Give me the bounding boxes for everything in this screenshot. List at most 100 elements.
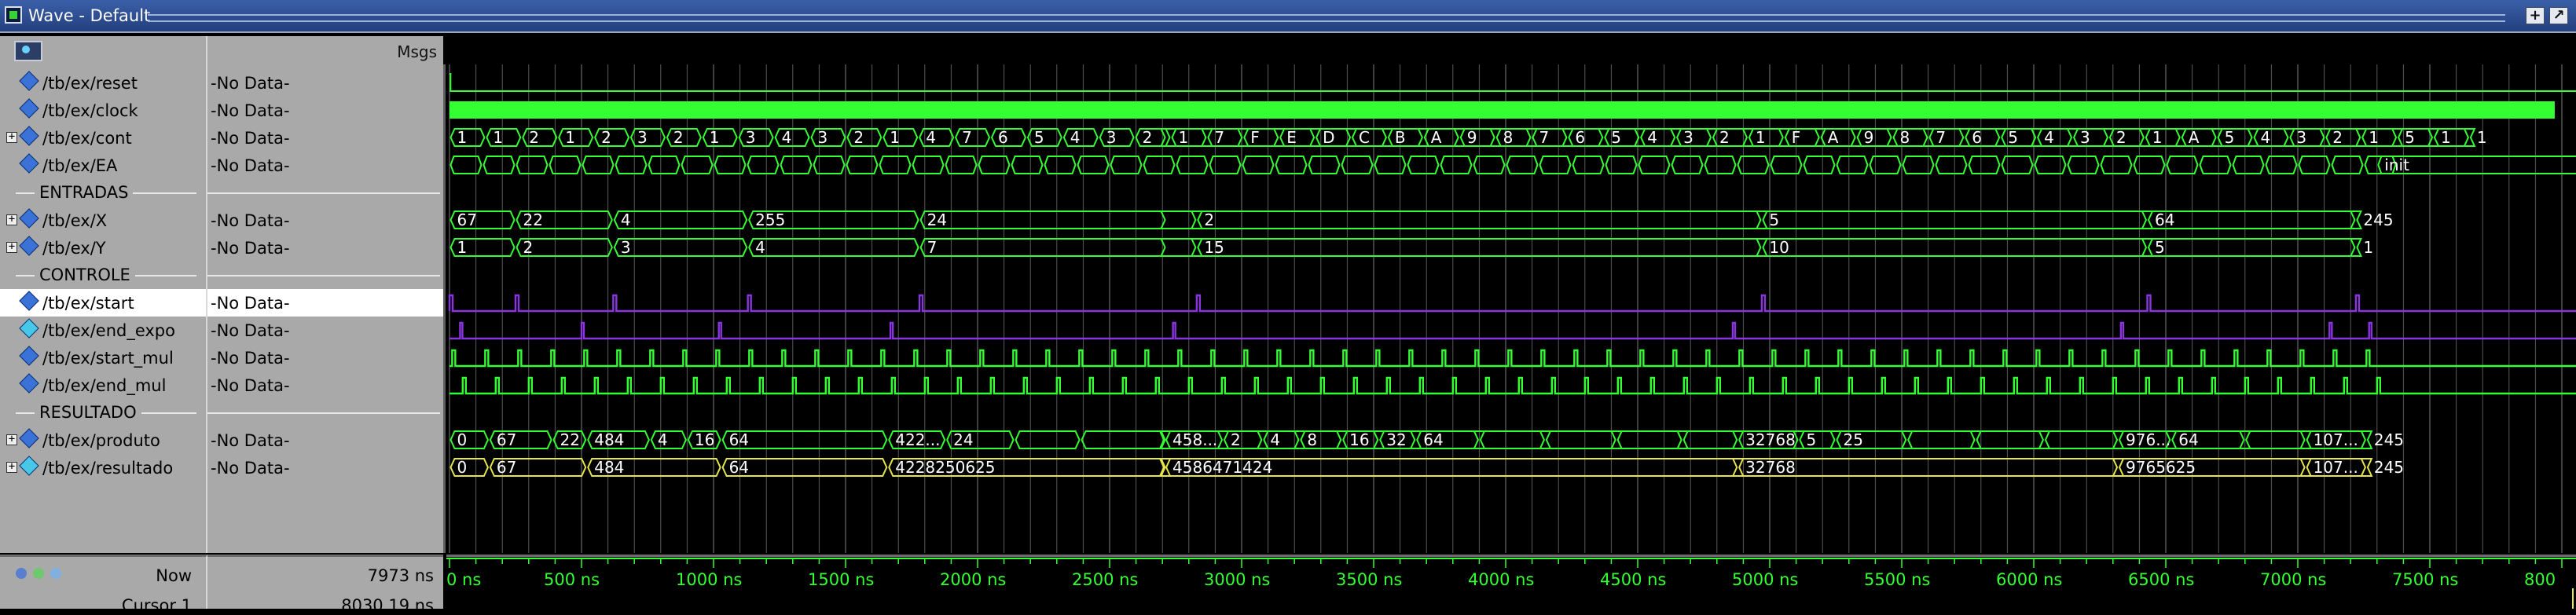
bus-value: 2 (529, 128, 539, 147)
signal-value-row[interactable]: -No Data- (207, 69, 443, 97)
bus-value: 5 (1611, 128, 1621, 147)
expand-icon[interactable]: + (6, 461, 17, 473)
bus-value: 3 (1106, 128, 1117, 147)
cursor-tool-icon[interactable] (16, 568, 27, 579)
bus-segment (1263, 430, 1300, 449)
bus-value: 67 (497, 458, 516, 477)
bus-value: init (2384, 156, 2409, 174)
signal-value: -No Data- (211, 349, 290, 368)
bus-value: D (1323, 128, 1334, 147)
divider-row[interactable]: CONTROLE (0, 262, 206, 289)
bus-segment (582, 156, 615, 174)
signal-name: /tb/ex/end_expo (42, 321, 175, 340)
bus-value: 7 (1539, 128, 1550, 147)
bus-value: 4 (755, 238, 765, 257)
signal-value: -No Data- (211, 321, 290, 340)
divider-label: RESULTADO (35, 403, 141, 422)
signal-value-row[interactable]: -No Data- (207, 426, 443, 454)
divider-row[interactable]: RESULTADO (0, 399, 206, 426)
signal-value-row[interactable]: -No Data- (207, 124, 443, 152)
signal-row[interactable]: + /tb/ex/produto (0, 426, 206, 454)
signal-value-row[interactable]: -No Data- (207, 454, 443, 481)
ruler-label: 7000 ns (2260, 570, 2326, 589)
signal-icon (19, 291, 39, 311)
bus-value: 4 (1647, 128, 1657, 147)
expand-icon[interactable]: + (6, 131, 17, 143)
bus-segment (1965, 128, 2001, 147)
cursor-names-pane: Now Cursor 1 (0, 555, 207, 615)
signal-row[interactable]: /tb/ex/reset (0, 69, 206, 97)
bus-segment (1407, 156, 1440, 174)
bus-value: 2 (2332, 128, 2343, 147)
expand-icon[interactable]: + (6, 214, 17, 225)
signal-row[interactable]: + /tb/ex/cont (0, 124, 206, 152)
divider-line (207, 412, 440, 414)
signal-row[interactable]: /tb/ex/end_expo (0, 317, 206, 344)
signal-value-row[interactable]: -No Data- (207, 97, 443, 124)
bus-value: 2 (601, 128, 611, 147)
bus-segment (650, 430, 687, 449)
signal-row[interactable]: /tb/ex/end_mul (0, 372, 206, 399)
signal-value-row[interactable]: -No Data- (207, 289, 443, 317)
bus-segment (483, 156, 516, 174)
signal-name: /tb/ex/end_mul (42, 376, 167, 395)
timeline-canvas[interactable]: 0 ns 500 ns 1000 ns 1500 ns 2000 ns 2500 ns 30… (446, 557, 2576, 609)
timeline-ruler[interactable]: 0 ns 500 ns 1000 ns 1500 ns 2000 ns 2500 ns 30… (446, 555, 2576, 609)
bus-value: 3 (2296, 128, 2306, 147)
bus-segment (1638, 156, 1671, 174)
expand-icon[interactable]: + (6, 434, 17, 445)
bus-segment (2072, 128, 2108, 147)
divider-row[interactable]: ENTRADAS (0, 179, 206, 207)
signal-row[interactable]: /tb/ex/clock (0, 97, 206, 124)
bus-segment (1836, 156, 1869, 174)
signal-row[interactable]: + /tb/ex/resultado (0, 454, 206, 481)
bus-segment (1869, 156, 1902, 174)
signal-toolbar-icon[interactable] (14, 41, 42, 61)
bus-segment (1279, 128, 1316, 147)
signal-value-row[interactable]: -No Data- (207, 372, 443, 399)
signal-row[interactable]: + /tb/ex/X (0, 207, 206, 234)
ruler-label: 4500 ns (1600, 570, 1666, 589)
signal-value-row[interactable]: -No Data- (207, 207, 443, 234)
bus-value: 245 (2363, 210, 2393, 229)
titlebar-grip[interactable] (148, 14, 2505, 22)
signal-icon (19, 126, 39, 146)
signal-name: /tb/ex/start (42, 294, 134, 313)
bus-value: 976... (2126, 430, 2171, 449)
bus-value: E (1286, 128, 1297, 147)
bus-segment (2289, 128, 2325, 147)
signal-row[interactable]: /tb/ex/start (0, 289, 206, 317)
bus-value: 1 (2152, 128, 2163, 147)
undock-icon[interactable]: ↗ (2549, 7, 2568, 24)
signal-value-row[interactable]: -No Data- (207, 152, 443, 179)
signal-value-row[interactable]: -No Data- (207, 344, 443, 372)
bus-value: 22 (560, 430, 580, 449)
signal-row[interactable]: /tb/ex/start_mul (0, 344, 206, 372)
lock-cursor-icon[interactable] (50, 568, 61, 579)
signal-row[interactable]: + /tb/ex/Y (0, 234, 206, 262)
expand-icon[interactable]: + (6, 241, 17, 253)
bus-value: 4 (2044, 128, 2054, 147)
bus-segment (681, 156, 714, 174)
bus-segment (1568, 128, 1604, 147)
names-header (0, 36, 207, 64)
msgs-column-header[interactable]: Msgs (397, 42, 437, 61)
signal-value-row[interactable]: -No Data- (207, 317, 443, 344)
bus-segment (714, 156, 747, 174)
bus-segment (1459, 128, 1495, 147)
signal-value-row[interactable]: -No Data- (207, 234, 443, 262)
bus-segment (486, 128, 522, 147)
bus-value: A (1828, 128, 1839, 147)
maximize-icon[interactable]: + (2526, 7, 2545, 24)
waveform-canvas[interactable]: 1121232134321476543217FEDCBA987654321FA9… (446, 64, 2576, 553)
bus-segment (846, 156, 879, 174)
bus-segment (1640, 128, 1676, 147)
bus-segment (1176, 156, 1209, 174)
now-value: 7973 ns (367, 566, 434, 585)
bus-value: 24 (953, 430, 973, 449)
add-cursor-icon[interactable] (33, 568, 44, 579)
bus-segment (2265, 156, 2298, 174)
signal-row[interactable]: /tb/ex/EA (0, 152, 206, 179)
waveform-pane[interactable]: 1121232134321476543217FEDCBA987654321FA9… (446, 64, 2576, 553)
bus-segment (2217, 128, 2253, 147)
